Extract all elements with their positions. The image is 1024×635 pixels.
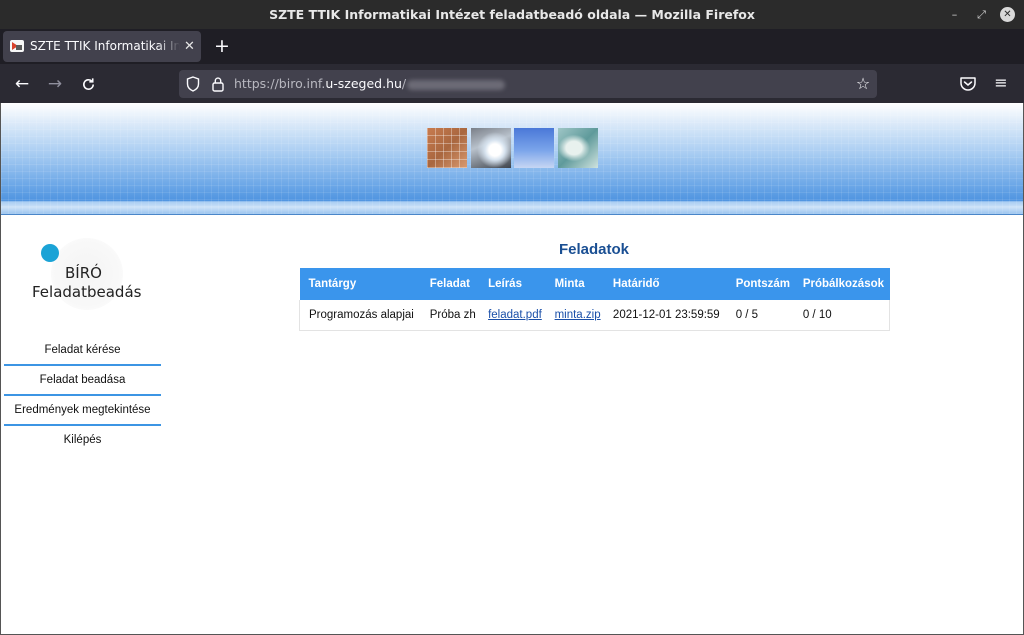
column-header-deadline: Határidő [603, 268, 727, 300]
menu-item-request-task[interactable]: Feladat kérése [4, 336, 161, 366]
cell-deadline: 2021-12-01 23:59:59 [603, 300, 727, 331]
browser-window: SZTE TTIK Informatikai Intézet feladatbe… [0, 0, 1024, 635]
new-tab-button[interactable]: + [212, 34, 232, 58]
url-path: / [401, 76, 407, 91]
sample-zip-link[interactable]: minta.zip [555, 309, 601, 321]
web-page: BÍRÓ Feladatbeadás Feladat kérése Felada… [0, 103, 1024, 635]
logo-line-2: Feladatbeadás [32, 283, 142, 301]
logo-line-1: BÍRÓ [65, 264, 102, 282]
site-favicon-icon [10, 40, 24, 52]
cell-attempts: 0 / 10 [793, 300, 890, 331]
bookmark-star-icon[interactable]: ☆ [854, 75, 872, 93]
cell-points: 0 / 5 [726, 300, 794, 331]
lock-icon[interactable] [211, 76, 225, 92]
maximize-icon[interactable]: ⤢ [974, 7, 989, 22]
cell-task: Próba zh [420, 300, 480, 331]
navigation-toolbar: ← → https://biro.inf.u-szeged.hu/ ☆ ≡ [0, 64, 1024, 103]
title-bar: SZTE TTIK Informatikai Intézet feladatbe… [0, 0, 1024, 29]
menu-item-submit-task[interactable]: Feladat beadása [4, 366, 161, 396]
url-text[interactable]: https://biro.inf.u-szeged.hu/ [234, 70, 506, 98]
page-title: Feladatok [558, 241, 630, 258]
column-header-description: Leírás [479, 268, 546, 300]
banner-image-lightning [471, 128, 511, 168]
address-bar[interactable]: https://biro.inf.u-szeged.hu/ ☆ [179, 70, 877, 98]
column-header-points: Pontszám [726, 268, 794, 300]
forward-button[interactable]: → [43, 72, 67, 96]
banner-image-sky [514, 128, 554, 168]
tracking-protection-shield-icon[interactable] [186, 76, 200, 92]
biro-logo: BÍRÓ Feladatbeadás [31, 233, 141, 313]
url-host: u-szeged.hu [325, 76, 402, 91]
menu-item-logout[interactable]: Kilépés [4, 426, 161, 454]
cell-sample: minta.zip [545, 300, 604, 331]
table-header-row: Tantárgy Feladat Leírás Minta Határidő P… [299, 268, 890, 300]
logo-dot-icon [41, 244, 59, 262]
window-title: SZTE TTIK Informatikai Intézet feladatbe… [269, 7, 755, 22]
blurred-url-path [407, 79, 506, 90]
reload-icon [82, 78, 94, 90]
column-header-subject: Tantárgy [299, 268, 421, 300]
close-tab-icon[interactable]: ✕ [182, 39, 197, 54]
reload-button[interactable] [76, 72, 100, 96]
url-scheme: https://biro.inf. [234, 76, 326, 91]
minimize-icon[interactable]: – [947, 7, 962, 22]
menu-item-view-results[interactable]: Eredmények megtekintése [4, 396, 161, 426]
back-button[interactable]: ← [10, 72, 34, 96]
tab-bar: SZTE TTIK Informatikai Intézet feladatbe… [0, 29, 1024, 64]
table-row: Programozás alapjai Próba zh feladat.pdf… [298, 300, 890, 331]
banner-image-water [558, 128, 598, 168]
column-header-sample: Minta [545, 268, 604, 300]
cell-description: feladat.pdf [479, 300, 546, 331]
cell-subject: Programozás alapjai [298, 300, 421, 331]
tab-label: SZTE TTIK Informatikai Intézet feladatbe… [30, 39, 180, 53]
pocket-icon[interactable] [959, 75, 977, 93]
column-header-attempts: Próbálkozások [793, 268, 890, 300]
column-header-task: Feladat [420, 268, 480, 300]
tasks-table: Tantárgy Feladat Leírás Minta Határidő P… [298, 268, 890, 331]
header-banner [1, 103, 1023, 215]
hamburger-menu-icon[interactable]: ≡ [992, 73, 1010, 93]
description-pdf-link[interactable]: feladat.pdf [488, 309, 542, 321]
close-window-icon[interactable]: ✕ [1000, 7, 1015, 22]
browser-tab[interactable]: SZTE TTIK Informatikai Intézet feladatbe… [3, 31, 201, 62]
side-menu: Feladat kérése Feladat beadása Eredménye… [4, 336, 161, 454]
banner-image-tiles [427, 128, 467, 168]
